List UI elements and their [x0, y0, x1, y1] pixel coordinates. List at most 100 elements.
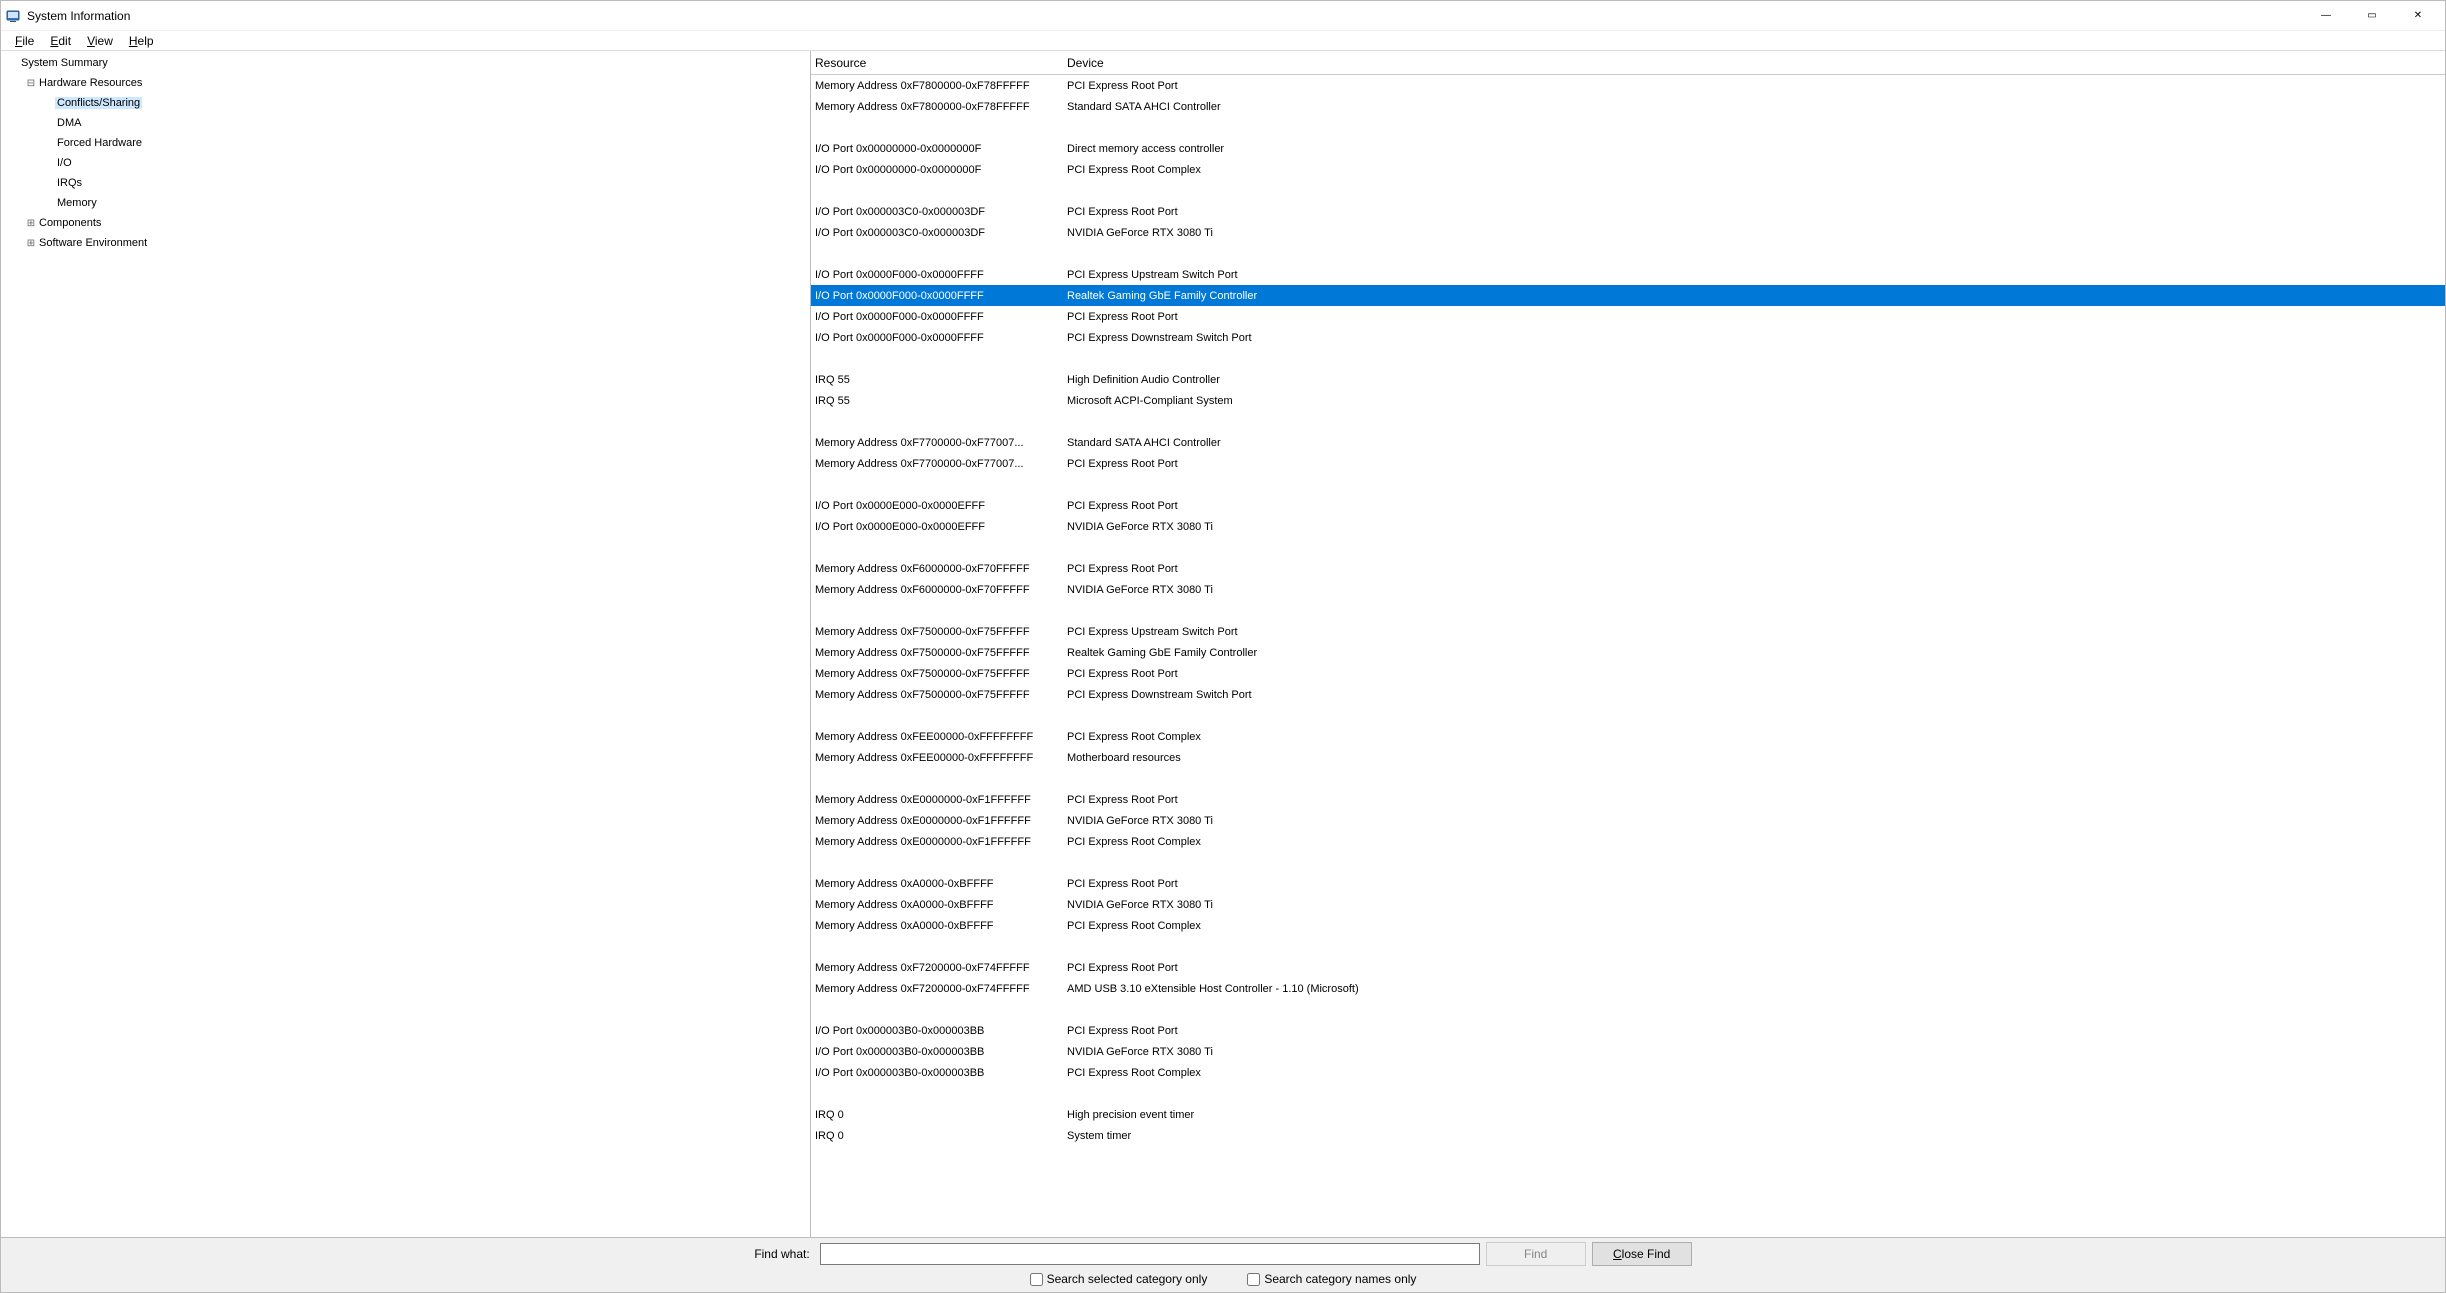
cell-resource: I/O Port 0x0000F000-0x0000FFFF [811, 332, 1063, 344]
cell-resource: Memory Address 0xF7500000-0xF75FFFFF [811, 668, 1063, 680]
column-header-resource[interactable]: Resource [811, 56, 1063, 70]
tree-node-system-summary[interactable]: ·System Summary [1, 53, 810, 73]
cell-resource: I/O Port 0x0000F000-0x0000FFFF [811, 290, 1063, 302]
menu-file[interactable]: File [7, 34, 42, 48]
cell-device: PCI Express Root Port [1063, 668, 1463, 680]
table-row[interactable]: IRQ 55Microsoft ACPI-Compliant System [811, 390, 2445, 411]
search-names-checkbox-input[interactable] [1247, 1273, 1260, 1286]
cell-resource: Memory Address 0xF7500000-0xF75FFFFF [811, 689, 1063, 701]
tree-node-irqs[interactable]: ·IRQs [1, 173, 810, 193]
minimize-button[interactable]: — [2303, 1, 2349, 31]
table-row[interactable]: I/O Port 0x0000F000-0x0000FFFFPCI Expres… [811, 264, 2445, 285]
cell-device: PCI Express Root Port [1063, 794, 1463, 806]
table-row[interactable]: I/O Port 0x000003B0-0x000003BBPCI Expres… [811, 1062, 2445, 1083]
cell-resource: Memory Address 0xF7200000-0xF74FFFFF [811, 962, 1063, 974]
tree-node-label: I/O [55, 157, 74, 169]
cell-resource: Memory Address 0xF7700000-0xF77007... [811, 437, 1063, 449]
cell-device: PCI Express Root Port [1063, 311, 1463, 323]
maximize-button[interactable]: ▭ [2349, 1, 2395, 31]
table-row[interactable]: Memory Address 0xFEE00000-0xFFFFFFFFMoth… [811, 747, 2445, 768]
table-row[interactable]: IRQ 55High Definition Audio Controller [811, 369, 2445, 390]
list-spacer [811, 243, 2445, 264]
titlebar[interactable]: System Information — ▭ ✕ [1, 1, 2445, 31]
table-row[interactable]: Memory Address 0xF7500000-0xF75FFFFFReal… [811, 642, 2445, 663]
menu-help[interactable]: Help [121, 34, 162, 48]
close-icon: ✕ [2414, 10, 2422, 21]
find-button[interactable]: Find [1486, 1242, 1586, 1266]
tree-node-conflicts-sharing[interactable]: ·Conflicts/Sharing [1, 93, 810, 113]
table-row[interactable]: Memory Address 0xF7700000-0xF77007...Sta… [811, 432, 2445, 453]
cell-device: PCI Express Root Complex [1063, 920, 1463, 932]
window-buttons: — ▭ ✕ [2303, 1, 2441, 31]
table-row[interactable]: I/O Port 0x0000F000-0x0000FFFFPCI Expres… [811, 327, 2445, 348]
table-row[interactable]: Memory Address 0xF7500000-0xF75FFFFFPCI … [811, 621, 2445, 642]
table-row[interactable]: IRQ 0System timer [811, 1125, 2445, 1146]
find-input[interactable] [820, 1243, 1480, 1265]
table-row[interactable]: I/O Port 0x00000000-0x0000000FPCI Expres… [811, 159, 2445, 180]
cell-resource: Memory Address 0xE0000000-0xF1FFFFFF [811, 815, 1063, 827]
table-row[interactable]: Memory Address 0xFEE00000-0xFFFFFFFFPCI … [811, 726, 2445, 747]
cell-resource: I/O Port 0x0000E000-0x0000EFFF [811, 500, 1063, 512]
table-row[interactable]: I/O Port 0x0000F000-0x0000FFFFPCI Expres… [811, 306, 2445, 327]
cell-resource: Memory Address 0xA0000-0xBFFFF [811, 878, 1063, 890]
cell-resource: I/O Port 0x00000000-0x0000000F [811, 143, 1063, 155]
tree-pane[interactable]: ·System Summary⊟Hardware Resources·Confl… [1, 51, 811, 1237]
cell-resource: Memory Address 0xF7500000-0xF75FFFFF [811, 647, 1063, 659]
table-row[interactable]: Memory Address 0xF7800000-0xF78FFFFFPCI … [811, 75, 2445, 96]
cell-device: PCI Express Root Port [1063, 458, 1463, 470]
table-row[interactable]: Memory Address 0xF6000000-0xF70FFFFFPCI … [811, 558, 2445, 579]
search-names-checkbox[interactable]: Search category names only [1247, 1272, 1416, 1286]
table-row[interactable]: I/O Port 0x0000E000-0x0000EFFFNVIDIA GeF… [811, 516, 2445, 537]
tree-node-hardware-resources[interactable]: ⊟Hardware Resources [1, 73, 810, 93]
search-selected-checkbox[interactable]: Search selected category only [1030, 1272, 1208, 1286]
table-row[interactable]: Memory Address 0xF7200000-0xF74FFFFFAMD … [811, 978, 2445, 999]
tree-node-i-o[interactable]: ·I/O [1, 153, 810, 173]
menu-view[interactable]: View [79, 34, 121, 48]
close-find-button[interactable]: Close Find [1592, 1242, 1692, 1266]
table-row[interactable]: I/O Port 0x0000E000-0x0000EFFFPCI Expres… [811, 495, 2445, 516]
app-icon [5, 8, 21, 24]
tree-node-forced-hardware[interactable]: ·Forced Hardware [1, 133, 810, 153]
table-row[interactable]: Memory Address 0xF7500000-0xF75FFFFFPCI … [811, 684, 2445, 705]
table-row[interactable]: Memory Address 0xF7200000-0xF74FFFFFPCI … [811, 957, 2445, 978]
tree-node-software-environment[interactable]: ⊞Software Environment [1, 233, 810, 253]
close-button[interactable]: ✕ [2395, 1, 2441, 31]
table-row[interactable]: Memory Address 0xF7500000-0xF75FFFFFPCI … [811, 663, 2445, 684]
table-row[interactable]: Memory Address 0xE0000000-0xF1FFFFFFPCI … [811, 789, 2445, 810]
tree-node-memory[interactable]: ·Memory [1, 193, 810, 213]
expand-icon[interactable]: ⊞ [25, 218, 37, 229]
cell-resource: Memory Address 0xF6000000-0xF70FFFFF [811, 584, 1063, 596]
cell-resource: Memory Address 0xF7800000-0xF78FFFFF [811, 80, 1063, 92]
column-header-device[interactable]: Device [1063, 56, 1463, 70]
tree-node-label: Forced Hardware [55, 137, 144, 149]
cell-resource: Memory Address 0xA0000-0xBFFFF [811, 899, 1063, 911]
cell-device: PCI Express Root Port [1063, 500, 1463, 512]
cell-device: High precision event timer [1063, 1109, 1463, 1121]
table-row[interactable]: Memory Address 0xA0000-0xBFFFFPCI Expres… [811, 915, 2445, 936]
table-row[interactable]: I/O Port 0x000003B0-0x000003BBNVIDIA GeF… [811, 1041, 2445, 1062]
table-row[interactable]: I/O Port 0x00000000-0x0000000FDirect mem… [811, 138, 2445, 159]
menu-edit[interactable]: Edit [42, 34, 79, 48]
search-selected-checkbox-input[interactable] [1030, 1273, 1043, 1286]
cell-resource: I/O Port 0x000003B0-0x000003BB [811, 1046, 1063, 1058]
table-row[interactable]: I/O Port 0x000003C0-0x000003DFNVIDIA GeF… [811, 222, 2445, 243]
tree-node-components[interactable]: ⊞Components [1, 213, 810, 233]
table-row[interactable]: Memory Address 0xE0000000-0xF1FFFFFFNVID… [811, 810, 2445, 831]
table-row[interactable]: Memory Address 0xF7800000-0xF78FFFFFStan… [811, 96, 2445, 117]
cell-device: AMD USB 3.10 eXtensible Host Controller … [1063, 983, 1463, 995]
table-row[interactable]: I/O Port 0x000003B0-0x000003BBPCI Expres… [811, 1020, 2445, 1041]
table-row[interactable]: Memory Address 0xE0000000-0xF1FFFFFFPCI … [811, 831, 2445, 852]
tree-node-dma[interactable]: ·DMA [1, 113, 810, 133]
expand-icon[interactable]: ⊞ [25, 238, 37, 249]
collapse-icon[interactable]: ⊟ [25, 78, 37, 89]
table-row[interactable]: Memory Address 0xF6000000-0xF70FFFFFNVID… [811, 579, 2445, 600]
cell-resource: I/O Port 0x00000000-0x0000000F [811, 164, 1063, 176]
table-row[interactable]: I/O Port 0x000003C0-0x000003DFPCI Expres… [811, 201, 2445, 222]
table-row[interactable]: Memory Address 0xF7700000-0xF77007...PCI… [811, 453, 2445, 474]
cell-device: Standard SATA AHCI Controller [1063, 437, 1463, 449]
table-row[interactable]: I/O Port 0x0000F000-0x0000FFFFRealtek Ga… [811, 285, 2445, 306]
table-row[interactable]: IRQ 0High precision event timer [811, 1104, 2445, 1125]
list-body[interactable]: Memory Address 0xF7800000-0xF78FFFFF PCI … [811, 75, 2445, 1237]
table-row[interactable]: Memory Address 0xA0000-0xBFFFFNVIDIA GeF… [811, 894, 2445, 915]
table-row[interactable]: Memory Address 0xA0000-0xBFFFFPCI Expres… [811, 873, 2445, 894]
